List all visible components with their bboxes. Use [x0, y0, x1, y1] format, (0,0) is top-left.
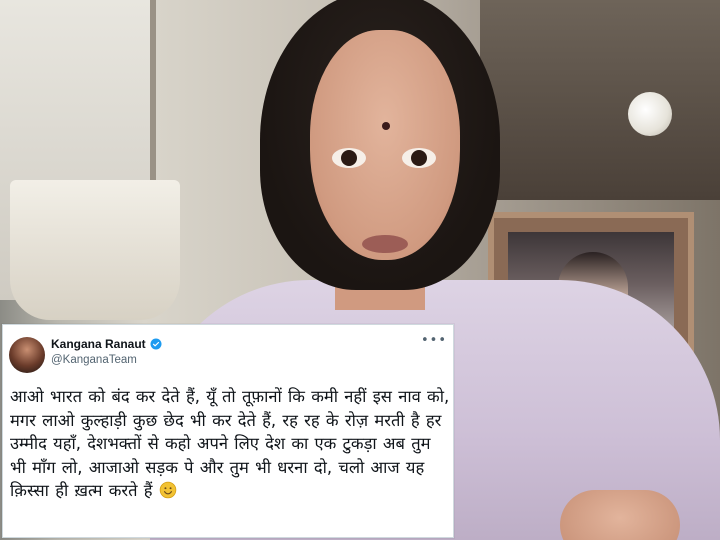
- slightly-smiling-face-icon: [159, 481, 177, 499]
- person-head: [260, 0, 500, 320]
- tweet-card[interactable]: Kangana Ranaut @KanganaTeam ••• आओ भारत …: [2, 324, 454, 538]
- person-face: [310, 30, 460, 260]
- tweet-text: आओ भारत को बंद कर देते हैं, यूँ तो तूफ़ा…: [10, 385, 450, 503]
- author-avatar[interactable]: [9, 337, 45, 373]
- light-bulb: [628, 92, 672, 136]
- person-hand: [560, 490, 680, 540]
- author-name-row[interactable]: Kangana Ranaut: [51, 337, 162, 351]
- author-name[interactable]: Kangana Ranaut: [51, 337, 146, 351]
- left-eye: [332, 148, 366, 168]
- author-handle[interactable]: @KanganaTeam: [51, 354, 137, 366]
- tweet-text-content: आओ भारत को बंद कर देते हैं, यूँ तो तूफ़ा…: [10, 387, 450, 500]
- more-horizontal-icon[interactable]: •••: [421, 333, 447, 348]
- right-eye: [402, 148, 436, 168]
- lamp-shade: [10, 180, 180, 320]
- verified-badge-icon: [150, 338, 162, 350]
- mouth: [362, 235, 408, 253]
- wall-shelf: [480, 0, 720, 200]
- bindi: [382, 122, 390, 130]
